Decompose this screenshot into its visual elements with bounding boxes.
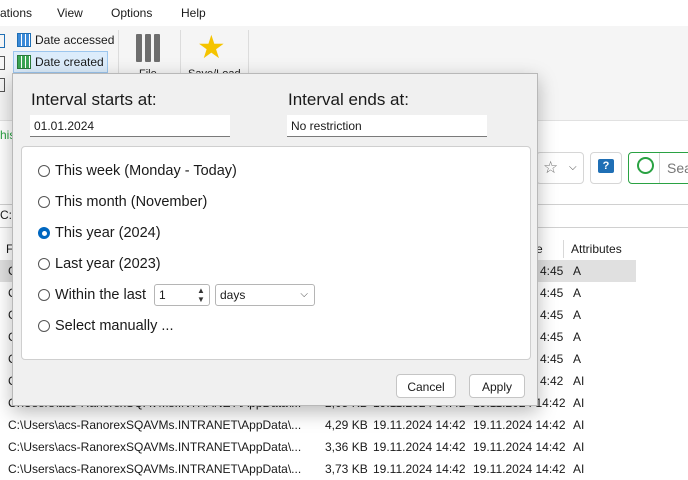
radio-label: Last year (2023) (55, 256, 161, 272)
cell-attributes: A (573, 308, 582, 322)
radio-option[interactable]: This year (2024) (38, 225, 161, 241)
cell-size: 3,73 KB (325, 462, 368, 476)
within-last-unit-select[interactable]: days ⌵ (215, 284, 315, 306)
date-created-button[interactable]: Date created (13, 51, 108, 73)
cell-size: 3,36 KB (325, 440, 368, 454)
cell-attributes: AI (573, 396, 585, 410)
cell-date-modified: 4:45 (540, 308, 564, 322)
date-created-label: Date created (35, 55, 104, 69)
cell-attributes: A (573, 352, 582, 366)
file-columns-icon[interactable] (136, 34, 164, 62)
search-divider (659, 153, 660, 183)
chevron-down-icon: ⌵ (569, 162, 577, 173)
radio-button[interactable] (38, 258, 50, 270)
menu-item-options[interactable]: Options (111, 6, 152, 20)
menu-item-operations[interactable]: ations (0, 6, 32, 20)
interval-ends-input[interactable] (287, 115, 487, 137)
column-divider (563, 240, 564, 258)
cell-attributes: A (573, 264, 582, 278)
radio-label: This week (Monday - Today) (55, 163, 237, 179)
date-accessed-button[interactable]: Date accessed (14, 30, 117, 50)
radio-option[interactable]: This month (November) (38, 194, 207, 210)
table-row[interactable]: C:\Users\acs-RanorexSQAVMs.INTRANET\AppD… (0, 458, 636, 480)
menu-item-help[interactable]: Help (181, 6, 206, 20)
cell-date-created: 19.11.2024 14:42 (373, 462, 466, 476)
cell-date-modified: 4:45 (540, 264, 564, 278)
search-placeholder: Sea (667, 160, 688, 176)
help-button[interactable]: ? (590, 152, 622, 184)
cancel-button[interactable]: Cancel (396, 374, 456, 398)
cell-date-modified: 19.11.2024 14:42 (473, 418, 566, 432)
within-last-unit: days (220, 288, 246, 302)
menu-bar: ations View Options Help (0, 0, 688, 26)
within-last-value: 1 (159, 288, 166, 302)
cell-date-modified: 4:42 (540, 374, 564, 388)
table-row[interactable]: C:\Users\acs-RanorexSQAVMs.INTRANET\AppD… (0, 414, 636, 436)
interval-ends-label: Interval ends at: (288, 90, 409, 109)
radio-label: Select manually ... (55, 318, 174, 334)
favorites-button[interactable]: ☆ ⌵ (536, 152, 584, 184)
chevron-down-icon: ⌵ (300, 289, 308, 300)
search-box[interactable]: Sea (628, 152, 688, 184)
cell-date-modified: 4:45 (540, 330, 564, 344)
help-icon: ? (598, 159, 614, 173)
cut-off-icon (0, 34, 5, 48)
cell-attributes: AI (573, 440, 585, 454)
star-icon[interactable]: ★ (197, 30, 226, 64)
cell-attributes: A (573, 330, 582, 344)
cell-date-created: 19.11.2024 14:42 (373, 418, 466, 432)
radio-option[interactable]: This week (Monday - Today) (38, 163, 237, 179)
radio-option[interactable]: Last year (2023) (38, 256, 161, 272)
date-interval-dialog: Interval starts at: Interval ends at: Th… (12, 73, 538, 406)
apply-button[interactable]: Apply (469, 374, 525, 398)
cell-path: C:\Users\acs-RanorexSQAVMs.INTRANET\AppD… (8, 440, 302, 454)
cell-attributes: AI (573, 374, 585, 388)
cell-date-modified: 19.11.2024 14:42 (473, 440, 566, 454)
star-outline-icon: ☆ (543, 158, 559, 177)
cell-path: C:\Users\acs-RanorexSQAVMs.INTRANET\AppD… (8, 462, 302, 476)
menu-item-view[interactable]: View (57, 6, 83, 20)
cut-off-icon (0, 78, 5, 92)
cell-path: C:\Users\acs-RanorexSQAVMs.INTRANET\AppD… (8, 418, 302, 432)
radio-button[interactable] (38, 320, 50, 332)
interval-starts-label: Interval starts at: (31, 90, 157, 109)
radio-label: Within the last (55, 287, 147, 303)
radio-button[interactable] (38, 227, 50, 239)
cut-off-icon (0, 56, 5, 70)
table-row[interactable]: C:\Users\acs-RanorexSQAVMs.INTRANET\AppD… (0, 436, 636, 458)
cell-date-modified: 19.11.2024 14:42 (473, 462, 566, 476)
column-header-attributes[interactable]: Attributes (571, 238, 622, 260)
cell-attributes: A (573, 286, 582, 300)
radio-button[interactable] (38, 289, 50, 301)
path-text: C: (0, 208, 12, 222)
cell-date-created: 19.11.2024 14:42 (373, 440, 466, 454)
cell-attributes: AI (573, 462, 585, 476)
radio-option[interactable]: Select manually ... (38, 318, 173, 334)
radio-button[interactable] (38, 165, 50, 177)
calendar-icon (17, 55, 31, 69)
cell-attributes: AI (573, 418, 585, 432)
within-last-stepper[interactable]: 1 ▲ ▼ (154, 284, 210, 306)
radio-label: This year (2024) (55, 225, 161, 241)
radio-button[interactable] (38, 196, 50, 208)
interval-options-panel: This week (Monday - Today) This month (No… (21, 146, 531, 360)
search-icon (637, 157, 654, 174)
cell-date-modified: 4:45 (540, 352, 564, 366)
radio-option[interactable]: Within the last (38, 287, 146, 303)
radio-label: This month (November) (55, 194, 208, 210)
interval-starts-input[interactable] (30, 115, 230, 137)
calendar-icon (17, 33, 31, 47)
cell-date-modified: 4:45 (540, 286, 564, 300)
date-accessed-label: Date accessed (35, 33, 115, 47)
cell-size: 4,29 KB (325, 418, 368, 432)
stepper-arrows-icon[interactable]: ▲ ▼ (196, 286, 206, 304)
